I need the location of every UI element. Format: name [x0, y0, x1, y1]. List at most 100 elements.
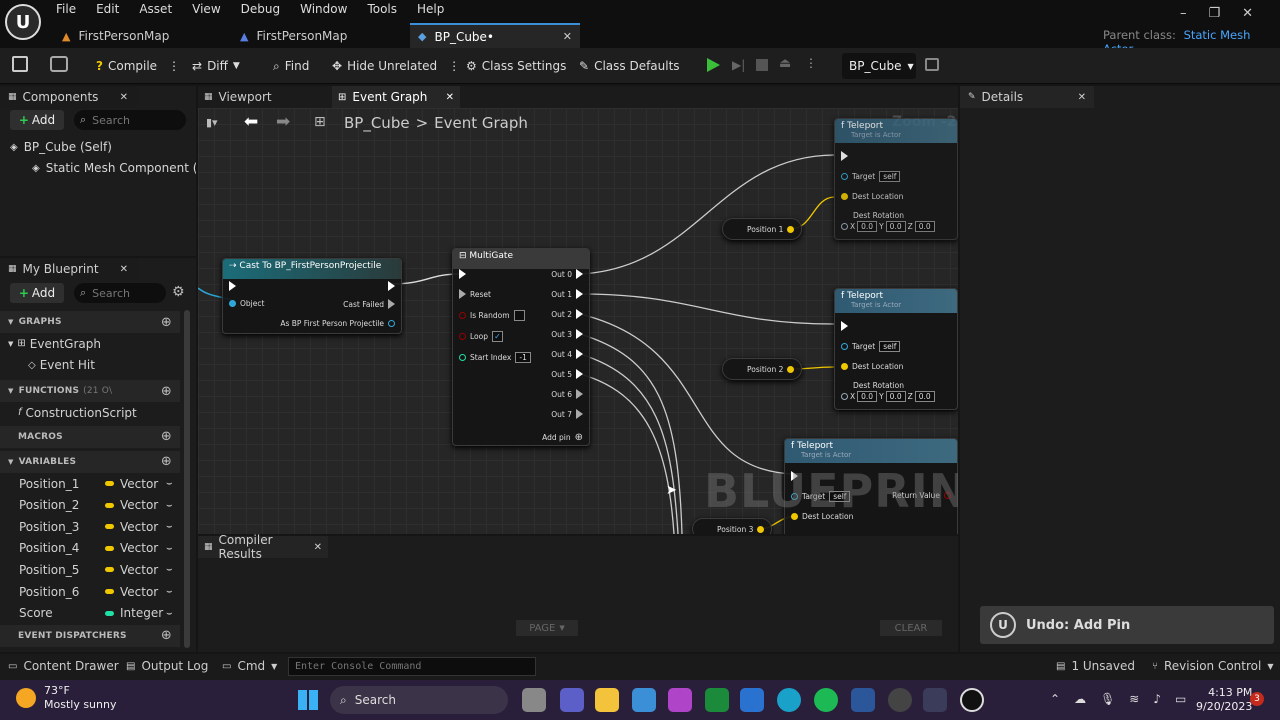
windows-start-icon[interactable]: [298, 690, 318, 710]
variable-item[interactable]: Score Integer ⌣: [0, 602, 180, 624]
my-blueprint-search[interactable]: ⌕: [74, 283, 166, 303]
variable-item[interactable]: Position_5 Vector ⌣: [0, 559, 180, 581]
tab-bp-cube[interactable]: ◆ BP_Cube• ✕: [410, 23, 580, 48]
position-2-node[interactable]: Position 2: [722, 358, 802, 380]
mic-icon[interactable]: 🎙: [1100, 692, 1115, 706]
tab-close-icon[interactable]: ✕: [563, 30, 572, 43]
my-blueprint-add-button[interactable]: + Add: [10, 283, 64, 303]
components-add-button[interactable]: + Add: [10, 110, 64, 130]
store-icon[interactable]: [632, 688, 656, 712]
step-icon[interactable]: ▶|: [732, 58, 745, 72]
multigate-out-pin[interactable]: Out 3: [551, 329, 583, 339]
loop-checkbox[interactable]: ✓: [492, 331, 503, 342]
hide-unrelated-button[interactable]: ✥ Hide Unrelated ⋮: [332, 54, 460, 78]
start-index-input[interactable]: -1: [515, 352, 531, 363]
add-dispatcher-icon[interactable]: ⊕: [161, 628, 172, 643]
tab-firstpersonmap-2[interactable]: ▲ FirstPersonMap: [232, 24, 408, 48]
onedrive-icon[interactable]: ☁: [1074, 692, 1086, 706]
teleport-dest-location-pin[interactable]: Dest Location: [841, 362, 903, 371]
unreal-taskbar-icon[interactable]: [960, 688, 984, 712]
menu-help[interactable]: Help: [417, 2, 444, 16]
more-options-icon[interactable]: ⋮: [448, 59, 460, 73]
console-command-input[interactable]: [288, 657, 536, 676]
panel-close-icon[interactable]: ✕: [120, 92, 128, 103]
spotify-icon[interactable]: [814, 688, 838, 712]
multigate-out-pin[interactable]: Out 1: [551, 289, 583, 299]
menu-file[interactable]: File: [56, 2, 76, 16]
components-search[interactable]: ⌕: [74, 110, 186, 130]
save-icon[interactable]: [12, 56, 28, 72]
diff-button[interactable]: ⇄ Diff ▼: [192, 54, 240, 78]
tab-event-graph[interactable]: ⊞ Event Graph ✕: [332, 86, 460, 108]
add-function-icon[interactable]: ⊕: [161, 384, 172, 399]
variable-item[interactable]: Position_4 Vector ⌣: [0, 538, 180, 560]
section-event-dispatchers[interactable]: EVENT DISPATCHERS ⊕: [0, 624, 180, 647]
multigate-out-pin[interactable]: Out 0: [551, 269, 583, 279]
position-3-node[interactable]: Position 3: [692, 518, 772, 534]
add-pin-button[interactable]: Add pin ⊕: [542, 432, 583, 443]
play-icon[interactable]: [707, 58, 720, 72]
teleport-node[interactable]: f Teleport Target is Actor Target self Dest …: [834, 288, 958, 410]
visibility-eye-icon[interactable]: ⌣: [166, 521, 173, 532]
teleport-dest-rotation-pin[interactable]: Dest Rotation X 0.0 Y 0.0 Z 0.0: [841, 211, 935, 232]
app-icon[interactable]: [668, 688, 692, 712]
file-explorer-icon[interactable]: [595, 688, 619, 712]
maximize-icon[interactable]: ❐: [1209, 6, 1221, 21]
chevron-up-icon[interactable]: ⌃: [1050, 692, 1060, 706]
browse-icon[interactable]: [50, 56, 68, 72]
menu-tools[interactable]: Tools: [367, 2, 397, 16]
clear-button[interactable]: CLEAR: [880, 620, 942, 636]
taskbar-search[interactable]: ⌕ Search: [330, 686, 508, 714]
teleport-target-pin[interactable]: Target self: [841, 171, 901, 182]
menu-window[interactable]: Window: [300, 2, 347, 16]
obs-icon[interactable]: [888, 688, 912, 712]
cast-exec-out[interactable]: [388, 281, 395, 291]
rotation-y-input[interactable]: 0.0: [885, 221, 906, 232]
more-options-icon[interactable]: ⋮: [805, 56, 817, 70]
wifi-icon[interactable]: ≋: [1129, 692, 1139, 706]
section-functions[interactable]: ▼ FUNCTIONS (21 O\ ⊕: [0, 380, 180, 403]
more-options-icon[interactable]: ⋮: [168, 59, 180, 73]
find-button[interactable]: ⌕ Find: [273, 54, 309, 78]
rotation-x-input[interactable]: 0.0: [857, 391, 878, 402]
cast-object-pin[interactable]: Object: [229, 299, 264, 308]
tab-close-icon[interactable]: ✕: [446, 92, 454, 103]
graph-item-event-hit[interactable]: ◇ Event Hit: [0, 355, 180, 377]
settings-gear-icon[interactable]: ⚙: [172, 284, 185, 300]
multigate-out-pin[interactable]: Out 2: [551, 309, 583, 319]
graph-item-eventgraph[interactable]: ▼ ⊞ EventGraph: [0, 333, 180, 355]
section-graphs[interactable]: ▼ GRAPHS ⊕: [0, 311, 180, 333]
multigate-reset-pin[interactable]: Reset: [459, 289, 491, 299]
cast-as-pin[interactable]: As BP First Person Projectile: [280, 319, 395, 328]
variable-item[interactable]: Position_2 Vector ⌣: [0, 494, 180, 516]
class-settings-button[interactable]: ⚙ Class Settings: [466, 54, 566, 78]
panel-close-icon[interactable]: ✕: [314, 542, 322, 553]
event-graph-canvas[interactable]: ▮▾ ⬅ ➡ ⊞ BP_Cube > Event Graph Zoom -2 ⇢…: [198, 108, 958, 534]
teams-icon[interactable]: [560, 688, 584, 712]
multigate-out-pin[interactable]: Out 4: [551, 349, 583, 359]
unreal-logo-icon[interactable]: U: [5, 4, 41, 40]
close-icon[interactable]: ✕: [1242, 6, 1253, 21]
add-variable-icon[interactable]: ⊕: [161, 454, 172, 469]
word-icon[interactable]: [851, 688, 875, 712]
component-item-static-mesh[interactable]: ◈ Static Mesh Component (St: [32, 161, 196, 175]
notification-badge[interactable]: 3: [1250, 692, 1264, 706]
vs-icon[interactable]: [923, 688, 947, 712]
add-graph-icon[interactable]: ⊕: [161, 315, 172, 330]
position-1-node[interactable]: Position 1: [722, 218, 802, 240]
xbox-icon[interactable]: [705, 688, 729, 712]
teleport-dest-location-pin[interactable]: Dest Location: [841, 192, 903, 201]
battery-icon[interactable]: ▭: [1175, 692, 1186, 706]
rotation-z-input[interactable]: 0.0: [914, 221, 935, 232]
cast-node[interactable]: ⇢ Cast To BP_FirstPersonProjectile Objec…: [222, 258, 402, 334]
variable-item[interactable]: Position_3 Vector ⌣: [0, 516, 180, 538]
menu-debug[interactable]: Debug: [241, 2, 280, 16]
compile-button[interactable]: ? Compile ⋮: [96, 54, 180, 78]
mail-icon[interactable]: [740, 688, 764, 712]
multigate-out-pin[interactable]: Out 7: [551, 409, 583, 419]
unsaved-button[interactable]: ▤ 1 Unsaved: [1056, 659, 1135, 673]
components-search-input[interactable]: [92, 113, 173, 127]
visibility-eye-icon[interactable]: ⌣: [166, 543, 173, 554]
multigate-out-pin[interactable]: Out 6: [551, 389, 583, 399]
debug-filter-icon[interactable]: [925, 58, 939, 71]
